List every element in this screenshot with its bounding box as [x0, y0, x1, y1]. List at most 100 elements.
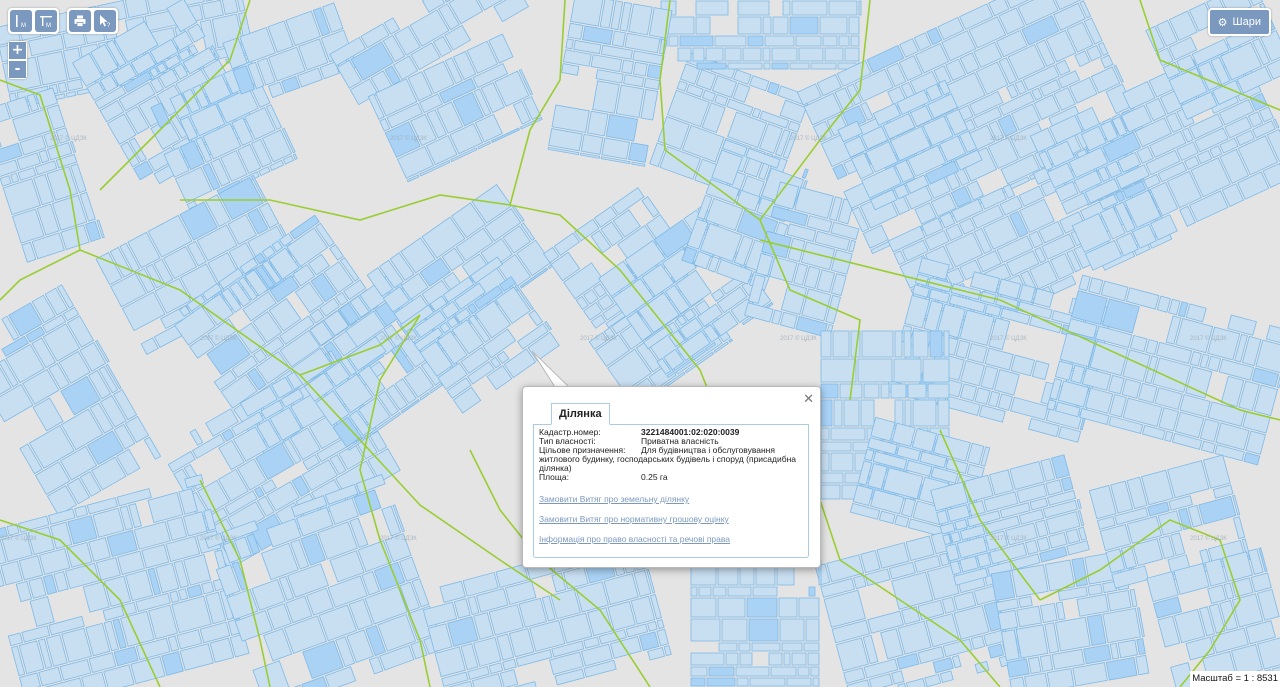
land-parcel[interactable] — [742, 47, 762, 62]
land-parcel[interactable] — [752, 586, 778, 597]
land-parcel[interactable] — [779, 618, 805, 642]
measure-area-button[interactable]: M — [35, 10, 57, 32]
land-parcel[interactable] — [1006, 658, 1030, 678]
land-parcel[interactable] — [643, 77, 661, 90]
land-parcel[interactable] — [1039, 654, 1054, 672]
land-parcel[interactable] — [605, 114, 639, 142]
land-parcel[interactable] — [570, 0, 604, 27]
tab-parcel[interactable]: Ділянка — [551, 403, 610, 425]
land-parcel[interactable] — [820, 427, 830, 441]
land-parcel[interactable] — [738, 642, 751, 652]
land-parcel[interactable] — [771, 62, 789, 70]
land-parcel[interactable] — [789, 16, 819, 35]
land-parcel[interactable] — [808, 586, 816, 597]
land-parcel[interactable] — [912, 399, 937, 427]
land-parcel[interactable] — [894, 399, 904, 427]
print-button[interactable] — [69, 10, 91, 32]
land-parcel[interactable] — [725, 652, 739, 666]
land-parcel[interactable] — [861, 330, 894, 358]
land-parcel[interactable] — [770, 666, 797, 677]
land-parcel[interactable] — [824, 47, 844, 62]
land-parcel[interactable] — [696, 62, 727, 70]
land-parcel[interactable] — [751, 642, 781, 652]
land-parcel[interactable] — [819, 16, 848, 35]
land-parcel[interactable] — [967, 342, 988, 364]
land-parcel[interactable] — [764, 35, 795, 47]
land-parcel[interactable] — [690, 666, 708, 677]
land-parcel[interactable] — [690, 652, 725, 666]
land-parcel[interactable] — [820, 484, 841, 500]
land-parcel[interactable] — [771, 47, 798, 62]
land-parcel[interactable] — [950, 531, 962, 544]
order-parcel-extract-link[interactable]: Замовити Витяг про земельну ділянку — [539, 494, 730, 504]
land-parcel[interactable] — [1102, 607, 1141, 644]
land-parcel[interactable] — [677, 47, 692, 62]
land-parcel[interactable] — [863, 383, 880, 399]
land-parcel[interactable] — [221, 0, 239, 15]
land-parcel[interactable] — [798, 47, 824, 62]
land-parcel[interactable] — [832, 330, 850, 358]
land-parcel[interactable] — [646, 620, 658, 632]
land-parcel[interactable] — [1055, 616, 1091, 652]
land-parcel[interactable] — [830, 427, 866, 441]
land-parcel[interactable] — [615, 84, 645, 119]
land-parcel[interactable] — [797, 666, 810, 677]
land-parcel[interactable] — [57, 81, 68, 94]
land-parcel[interactable] — [805, 618, 820, 642]
land-parcel[interactable] — [990, 570, 1016, 601]
measure-distance-button[interactable]: M — [10, 10, 32, 32]
land-parcel[interactable] — [833, 399, 843, 427]
land-parcel[interactable] — [695, 0, 729, 16]
land-parcel[interactable] — [820, 358, 857, 383]
land-parcel[interactable] — [762, 16, 772, 35]
land-parcel[interactable] — [737, 16, 762, 35]
land-parcel[interactable] — [820, 472, 844, 484]
land-parcel[interactable] — [565, 38, 574, 50]
land-parcel[interactable] — [690, 586, 698, 597]
land-parcel[interactable] — [717, 597, 746, 618]
land-parcel[interactable] — [943, 330, 950, 358]
order-valuation-extract-link[interactable]: Замовити Витяг про нормативну грошову оц… — [539, 514, 730, 524]
land-parcel[interactable] — [1015, 624, 1049, 659]
land-parcel[interactable] — [838, 35, 850, 47]
ownership-rights-info-link[interactable]: Інформація про право власності та речові… — [539, 534, 730, 544]
land-parcel[interactable] — [1016, 605, 1042, 628]
land-parcel[interactable] — [1117, 639, 1138, 659]
land-parcel[interactable] — [724, 47, 742, 62]
land-parcel[interactable] — [705, 47, 724, 62]
land-parcel[interactable] — [587, 110, 609, 137]
land-parcel[interactable] — [747, 35, 764, 47]
land-parcel[interactable] — [803, 642, 820, 652]
land-parcel[interactable] — [903, 330, 912, 358]
land-parcel[interactable] — [880, 383, 890, 399]
land-parcel[interactable] — [668, 35, 679, 47]
land-parcel[interactable] — [690, 618, 721, 642]
land-parcel[interactable] — [1044, 559, 1076, 592]
land-parcel[interactable] — [922, 358, 950, 383]
land-parcel[interactable] — [746, 597, 778, 618]
land-parcel[interactable] — [1040, 602, 1058, 624]
land-parcel[interactable] — [690, 677, 706, 687]
land-parcel[interactable] — [807, 652, 820, 666]
land-parcel[interactable] — [727, 586, 752, 597]
land-parcel[interactable] — [735, 666, 770, 677]
zoom-out-button[interactable]: - — [9, 61, 26, 78]
land-parcel[interactable] — [1207, 584, 1227, 604]
land-parcel[interactable] — [820, 399, 833, 427]
cadastral-map[interactable]: 2017 © ЦДЗК 2017 © ЦДЗК 2017 © ЦДЗК 2017 © … — [0, 0, 1280, 687]
land-parcel[interactable] — [692, 47, 705, 62]
land-parcel[interactable] — [893, 358, 922, 383]
land-parcel[interactable] — [611, 30, 626, 48]
land-parcel[interactable] — [843, 399, 860, 427]
land-parcel[interactable] — [762, 47, 771, 62]
layers-button[interactable]: ⚙ Шари — [1207, 8, 1271, 36]
land-parcel[interactable] — [708, 666, 735, 677]
land-parcel[interactable] — [1087, 583, 1103, 596]
land-parcel[interactable] — [795, 35, 822, 47]
land-parcel[interactable] — [783, 652, 791, 666]
land-parcel[interactable] — [781, 642, 803, 652]
land-parcel[interactable] — [997, 609, 1019, 631]
land-parcel[interactable] — [567, 22, 584, 40]
land-parcel[interactable] — [927, 383, 950, 399]
land-parcel[interactable] — [714, 35, 747, 47]
